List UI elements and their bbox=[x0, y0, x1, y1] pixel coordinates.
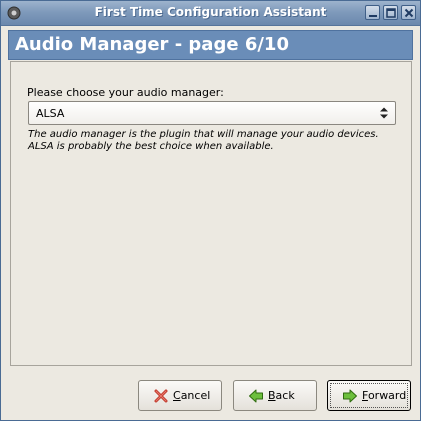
back-arrow-icon bbox=[249, 389, 263, 403]
close-icon bbox=[404, 8, 414, 18]
minimize-icon bbox=[369, 15, 377, 17]
minimize-button[interactable] bbox=[365, 5, 380, 20]
back-button[interactable]: Back bbox=[233, 380, 317, 411]
page-title: Audio Manager - page 6/10 bbox=[15, 34, 289, 55]
cancel-label: Cancel bbox=[173, 389, 211, 402]
content-panel: Please choose your audio manager: ALSA T… bbox=[10, 61, 412, 366]
forward-label: Forward bbox=[362, 389, 407, 402]
cancel-button[interactable]: Cancel bbox=[138, 380, 222, 411]
audio-manager-label: Please choose your audio manager: bbox=[27, 86, 224, 99]
forward-arrow-icon bbox=[343, 389, 357, 403]
page-banner: Audio Manager - page 6/10 bbox=[8, 30, 413, 60]
title-bar[interactable]: First Time Configuration Assistant bbox=[1, 1, 420, 26]
cancel-x-icon bbox=[154, 389, 168, 403]
dropdown-arrows-icon bbox=[380, 107, 388, 119]
audio-manager-hint: The audio manager is the plugin that wil… bbox=[28, 129, 379, 152]
close-button[interactable] bbox=[401, 5, 416, 20]
window-title: First Time Configuration Assistant bbox=[94, 5, 327, 19]
app-icon[interactable] bbox=[6, 5, 22, 21]
audio-manager-select[interactable]: ALSA bbox=[28, 101, 396, 125]
forward-button[interactable]: Forward bbox=[327, 380, 411, 411]
maximize-button[interactable] bbox=[383, 5, 398, 20]
selected-audio-manager: ALSA bbox=[36, 107, 65, 120]
back-label: Back bbox=[268, 389, 295, 402]
configuration-window: First Time Configuration Assistant Audio… bbox=[0, 0, 421, 421]
maximize-icon bbox=[386, 8, 396, 18]
